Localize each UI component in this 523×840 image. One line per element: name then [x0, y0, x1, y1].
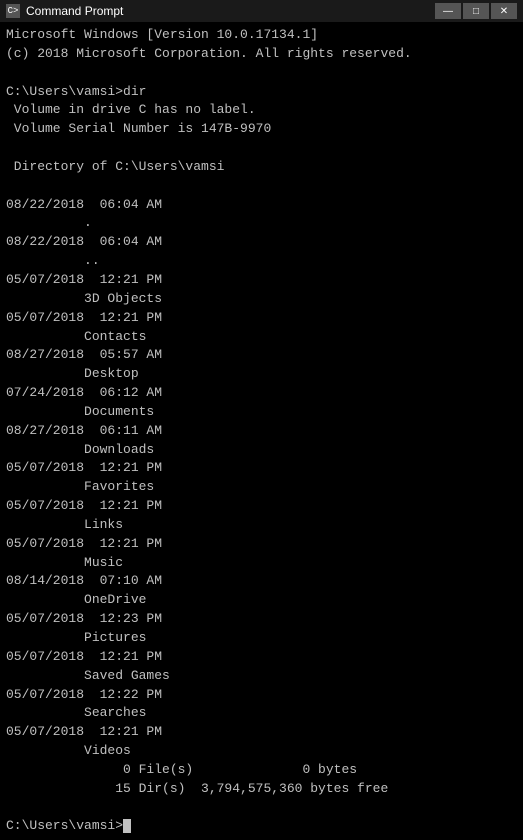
dir-entry: 07/24/2018 06:12 AM Documents 08/27/2018…	[6, 385, 517, 836]
volume-line2: Volume Serial Number is 147B-9970	[6, 121, 271, 136]
dir-entry: 05/07/2018 12:22 PM Searches 05/07/2018 …	[6, 687, 517, 837]
dir-header: Directory of C:\Users\vamsi	[6, 159, 224, 174]
dir-entry: 08/22/2018 06:04 AM . 08/22/2018 06:04 A…	[6, 197, 517, 837]
title-bar: C> Command Prompt — □ ✕	[0, 0, 523, 22]
minimize-button[interactable]: —	[435, 3, 461, 19]
title-bar-icon: C>	[6, 4, 20, 18]
title-bar-controls: — □ ✕	[435, 3, 517, 19]
dir-entry: 05/07/2018 12:21 PM Videos 0 File(s) 0 b…	[6, 724, 517, 836]
dir-entry: 08/27/2018 05:57 AM Desktop 07/24/2018 0…	[6, 347, 517, 836]
maximize-button[interactable]: □	[463, 3, 489, 19]
prompt-line: C:\Users\vamsi>	[6, 818, 123, 833]
title-bar-text: Command Prompt	[26, 4, 429, 18]
dir-entry: 08/22/2018 06:04 AM .. 05/07/2018 12:21 …	[6, 234, 517, 836]
dir-entry: 05/07/2018 12:21 PM Music 08/14/2018 07:…	[6, 536, 517, 837]
dir-entry: 05/07/2018 12:23 PM Pictures 05/07/2018 …	[6, 611, 517, 836]
summary-files: 0 File(s) 0 bytes	[6, 762, 357, 777]
dir-entry: 08/27/2018 06:11 AM Downloads 05/07/2018…	[6, 423, 517, 837]
intro-line2: (c) 2018 Microsoft Corporation. All righ…	[6, 46, 412, 61]
close-button[interactable]: ✕	[491, 3, 517, 19]
dir-entry: 05/07/2018 12:21 PM Links 05/07/2018 12:…	[6, 498, 517, 836]
summary-dirs: 15 Dir(s) 3,794,575,360 bytes free	[6, 781, 388, 796]
dir-entry: 05/07/2018 12:21 PM 3D Objects 05/07/201…	[6, 272, 517, 836]
terminal-window: Microsoft Windows [Version 10.0.17134.1]…	[0, 22, 523, 840]
intro-line1: Microsoft Windows [Version 10.0.17134.1]	[6, 27, 318, 42]
dir-entry: 05/07/2018 12:21 PM Saved Games 05/07/20…	[6, 649, 517, 836]
dir-entry: 05/07/2018 12:21 PM Contacts 08/27/2018 …	[6, 310, 517, 837]
dir-entry: 05/07/2018 12:21 PM Favorites 05/07/2018…	[6, 460, 517, 836]
dir-command: C:\Users\vamsi>dir	[6, 84, 146, 99]
cursor	[123, 819, 131, 833]
dir-entry: 08/14/2018 07:10 AM OneDrive 05/07/2018 …	[6, 573, 517, 836]
volume-line1: Volume in drive C has no label.	[6, 102, 256, 117]
